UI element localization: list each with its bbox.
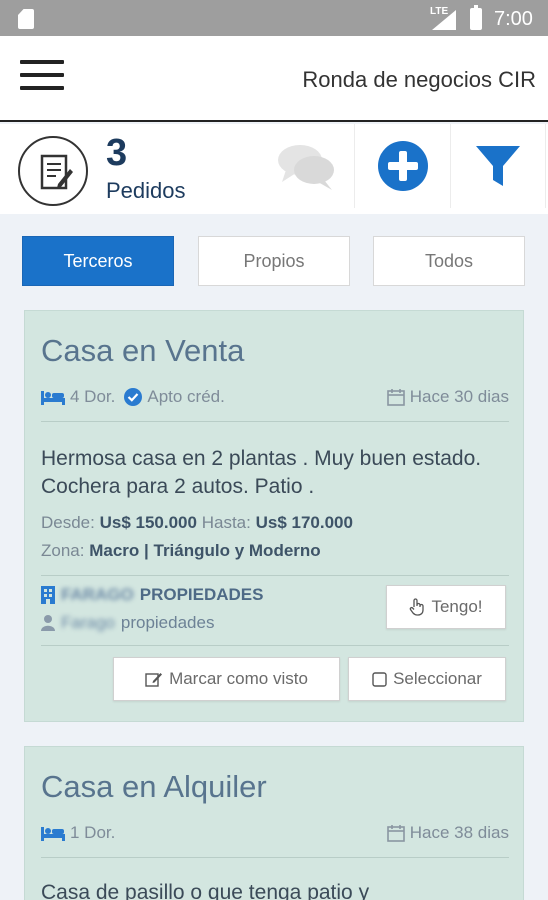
hamburger-icon[interactable]	[20, 60, 64, 94]
zona-value: Macro | Triángulo y Moderno	[89, 541, 321, 560]
bed-icon	[41, 827, 65, 841]
hasta-label: Hasta:	[201, 513, 251, 532]
agent-name: Farago	[61, 613, 115, 632]
agency-suffix: PROPIEDADES	[139, 585, 264, 604]
card-title: Casa en Venta	[41, 333, 245, 368]
zona-label: Zona:	[41, 541, 85, 560]
battery-icon	[470, 5, 482, 30]
tengo-button[interactable]: Tengo!	[386, 585, 506, 629]
age-text: Hace 38 dias	[409, 823, 509, 842]
divider	[41, 421, 509, 422]
app-title: Ronda de negocios CIR	[302, 67, 536, 92]
tab-terceros[interactable]: Terceros	[22, 236, 174, 286]
check-circle-icon	[124, 388, 143, 406]
bedrooms-text: 1 Dor.	[70, 823, 116, 842]
signal-icon	[432, 10, 456, 30]
card-age: Hace 30 dias	[386, 387, 509, 407]
tab-todos[interactable]: Todos	[373, 236, 525, 286]
edit-icon	[145, 673, 163, 687]
age-text: Hace 30 dias	[409, 387, 509, 406]
edit-document-icon[interactable]	[18, 136, 88, 206]
status-time: 7:00	[494, 8, 533, 30]
summary-toolbar: 3 Pedidos	[0, 124, 548, 214]
filter-tabs: Terceros Propios Todos	[22, 236, 526, 286]
bedrooms-text: 4 Dor.	[70, 387, 116, 406]
card-title: Casa en Alquiler	[41, 769, 267, 804]
hand-pointer-icon	[410, 598, 425, 616]
request-card[interactable]: Casa en Alquiler 1 Dor. Hace 38 dias Cas…	[24, 746, 524, 900]
card-description: Hermosa casa en 2 plantas . Muy buen est…	[41, 447, 482, 498]
agent: Farago propiedades	[41, 613, 214, 633]
chat-button[interactable]	[258, 124, 354, 208]
divider	[41, 575, 509, 576]
bed-icon	[41, 391, 65, 405]
add-button[interactable]	[354, 124, 450, 208]
select-button[interactable]: Seleccionar	[348, 657, 506, 701]
sim-card-icon	[18, 9, 34, 29]
hasta-value: Us$ 170.000	[255, 513, 353, 532]
tab-propios[interactable]: Propios	[198, 236, 350, 286]
requests-label: Pedidos	[106, 178, 186, 203]
filter-funnel-icon	[476, 146, 520, 186]
checkbox-icon	[372, 671, 387, 687]
agency: FARAGO PROPIEDADES	[41, 585, 263, 605]
filter-button[interactable]	[450, 124, 546, 208]
price-range: Desde: Us$ 150.000 Hasta: Us$ 170.000	[41, 513, 353, 533]
divider	[41, 645, 509, 646]
agency-name: FARAGO	[61, 585, 134, 604]
select-label: Seleccionar	[393, 669, 482, 688]
calendar-icon	[386, 825, 405, 842]
requests-count: 3	[106, 132, 128, 174]
credit-text: Apto créd.	[147, 387, 225, 406]
desde-label: Desde:	[41, 513, 95, 532]
card-age: Hace 38 dias	[386, 823, 509, 843]
status-bar: LTE 7:00	[0, 0, 548, 36]
calendar-icon	[386, 389, 405, 406]
mark-seen-button[interactable]: Marcar como visto	[113, 657, 340, 701]
user-icon	[41, 615, 55, 631]
card-meta: 1 Dor.	[41, 823, 115, 843]
card-meta: 4 Dor. Apto créd.	[41, 387, 225, 407]
chat-bubbles-icon	[278, 145, 334, 190]
building-icon	[41, 586, 55, 604]
divider	[41, 857, 509, 858]
mark-seen-label: Marcar como visto	[169, 669, 308, 688]
agent-suffix: propiedades	[120, 613, 215, 632]
tengo-label: Tengo!	[431, 597, 483, 616]
zone: Zona: Macro | Triángulo y Moderno	[41, 541, 321, 561]
desde-value: Us$ 150.000	[99, 513, 197, 532]
plus-circle-icon	[377, 141, 428, 191]
card-description: Casa de pasillo o que tenga patio y	[41, 881, 370, 900]
app-bar: Ronda de negocios CIR	[0, 36, 548, 122]
request-card[interactable]: Casa en Venta 4 Dor. Apto créd. Hace 30 …	[24, 310, 524, 722]
